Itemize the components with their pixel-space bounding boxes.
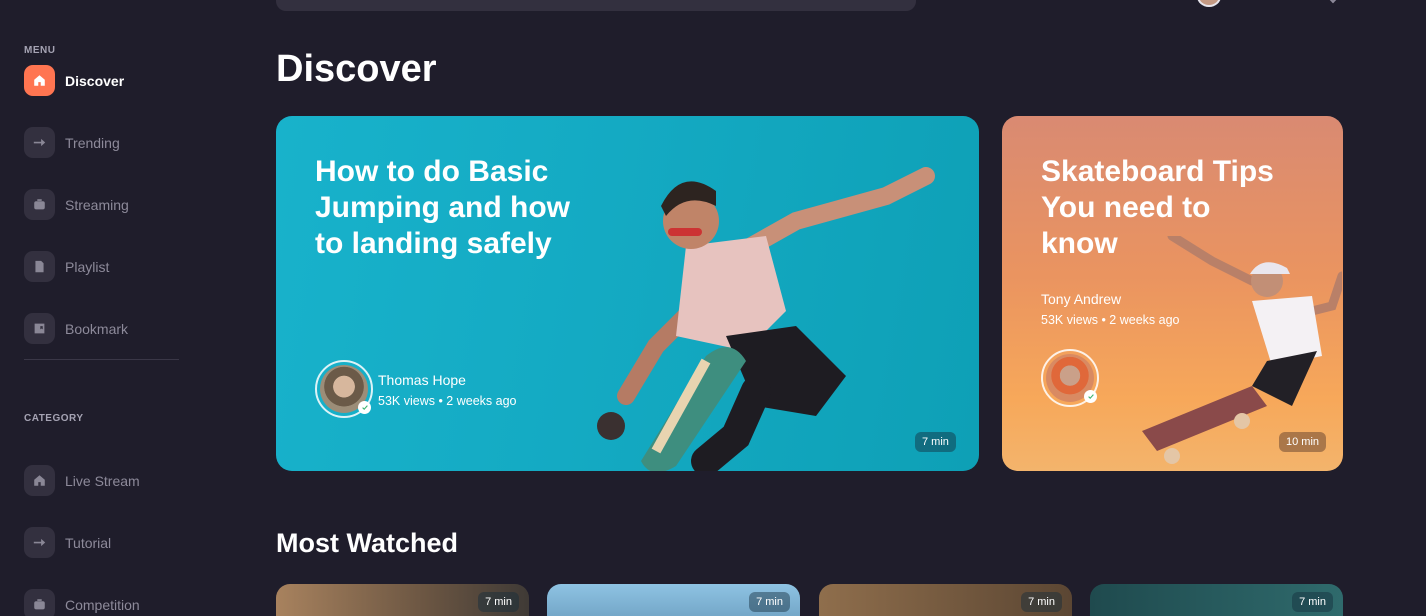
video-meta: 53K views • 2 weeks ago [1041,313,1180,327]
home-icon [24,65,55,96]
video-thumbnail[interactable]: 7 min [276,584,529,616]
featured-video-card[interactable]: How to do Basic Jumping and how to landi… [276,116,979,471]
featured-video-title: Skateboard Tips You need to know [1041,155,1274,260]
duration-badge: 7 min [915,432,956,452]
duration-badge: 10 min [1279,432,1327,452]
section-title-most-watched: Most Watched [276,528,458,558]
sidebar-divider [24,359,179,360]
duration-badge: 7 min [749,592,790,612]
sidebar-item-label: Playlist [65,258,110,275]
duration-badge: 7 min [478,592,519,612]
sidebar-item-label: Discover [65,72,125,89]
verified-check-icon [1084,390,1097,403]
arrow-right-icon [24,127,55,158]
video-meta: 53K views • 2 weeks ago [378,394,517,408]
page-title: Discover [276,48,437,90]
sidebar-item-label: Streaming [65,196,129,213]
sidebar-item-bookmark[interactable]: Bookmark [24,313,128,344]
playlist-icon [24,251,55,282]
sidebar-item-playlist[interactable]: Playlist [24,251,109,282]
sidebar-item-label: Live Stream [65,472,140,489]
skater-image [597,167,935,471]
author-name[interactable]: Thomas Hope [378,372,466,388]
video-icon [24,189,55,220]
search-bar[interactable] [276,0,916,11]
home-icon [24,465,55,496]
bookmark-icon [24,313,55,344]
video-icon [24,589,55,616]
sidebar-item-streaming[interactable]: Streaming [24,189,129,220]
featured-video-title: How to do Basic Jumping and how to landi… [315,155,570,260]
arrow-right-icon [24,527,55,558]
video-thumbnail[interactable]: 7 min [819,584,1072,616]
sidebar-item-competition[interactable]: Competition [24,589,140,616]
chevron-down-icon[interactable] [1328,0,1338,4]
video-thumbnail[interactable]: 7 min [547,584,800,616]
featured-video-card[interactable]: Skateboard Tips You need to know Tony An… [1002,116,1343,471]
user-avatar[interactable] [1197,0,1221,7]
sidebar-item-discover[interactable]: Discover [24,65,124,96]
menu-section-label: MENU [24,45,56,56]
category-section-label: CATEGORY [24,413,84,424]
duration-badge: 7 min [1021,592,1062,612]
sidebar-item-label: Competition [65,596,140,613]
sidebar-item-label: Trending [65,134,120,151]
author-avatar[interactable] [315,360,373,418]
sidebar-item-tutorial[interactable]: Tutorial [24,527,111,558]
sidebar-item-trending[interactable]: Trending [24,127,120,158]
duration-badge: 7 min [1292,592,1333,612]
sidebar-item-label: Bookmark [65,320,129,337]
author-avatar[interactable] [1041,349,1099,407]
video-thumbnail[interactable]: 7 min [1090,584,1343,616]
sidebar: MENU Discover Trending Streaming Playlis… [0,0,220,616]
sidebar-item-label: Tutorial [65,534,112,551]
sidebar-item-live-stream[interactable]: Live Stream [24,465,140,496]
author-name[interactable]: Tony Andrew [1041,291,1121,307]
verified-check-icon [358,401,371,414]
